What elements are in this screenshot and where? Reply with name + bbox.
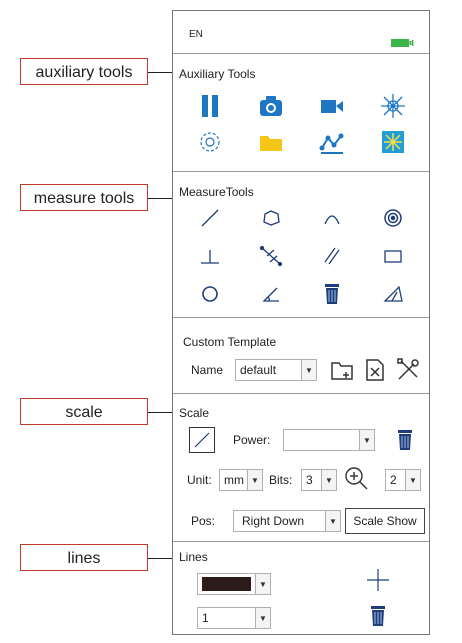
line-icon[interactable] — [193, 203, 227, 233]
line-color-select[interactable]: ▼ — [197, 573, 271, 595]
callout-auxiliary-tools: auxiliary tools — [20, 58, 148, 85]
folder-icon[interactable] — [254, 127, 288, 157]
line-width-value: 1 — [202, 611, 209, 625]
multi-line-icon[interactable] — [254, 241, 288, 271]
unit-select[interactable]: mm ▼ — [219, 469, 263, 491]
curve-icon[interactable] — [315, 127, 349, 157]
light-icon[interactable] — [376, 91, 410, 121]
polygon-icon[interactable] — [254, 203, 288, 233]
trash-icon[interactable] — [388, 425, 422, 455]
pos-label: Pos: — [191, 514, 216, 528]
callout-scale: scale — [20, 398, 148, 425]
brightness-icon[interactable] — [376, 127, 410, 157]
divider — [173, 541, 429, 542]
trash-icon[interactable] — [315, 279, 349, 309]
language-indicator: EN — [189, 29, 203, 40]
section-title-template: Custom Template — [183, 335, 277, 349]
power-select[interactable]: ▼ — [283, 429, 375, 451]
settings-icon[interactable] — [193, 127, 227, 157]
template-name-label: Name — [191, 363, 224, 377]
section-title-auxiliary: Auxiliary Tools — [179, 67, 256, 81]
line-color-swatch — [202, 577, 251, 591]
chevron-down-icon: ▼ — [405, 470, 420, 490]
angle-icon[interactable] — [254, 279, 288, 309]
callout-lines: lines — [20, 544, 148, 571]
battery-icon — [391, 35, 415, 53]
divider — [173, 393, 429, 394]
pos-select[interactable]: Right Down ▼ — [233, 510, 341, 532]
unit-value: mm — [224, 473, 244, 487]
perpendicular-icon[interactable] — [193, 241, 227, 271]
new-folder-icon[interactable] — [325, 355, 359, 385]
parallel-icon[interactable] — [315, 241, 349, 271]
zoom-select[interactable]: 2 ▼ — [385, 469, 421, 491]
arc-icon[interactable] — [315, 203, 349, 233]
crosshair-icon[interactable] — [361, 565, 395, 595]
divider — [173, 171, 429, 172]
power-label: Power: — [233, 433, 271, 447]
polyline-icon[interactable] — [376, 279, 410, 309]
zoom-in-icon[interactable] — [339, 463, 373, 493]
line-icon — [194, 432, 210, 448]
chevron-down-icon: ▼ — [325, 511, 340, 531]
template-name-value: default — [240, 363, 277, 377]
bits-label: Bits: — [269, 473, 293, 487]
chevron-down-icon: ▼ — [359, 430, 374, 450]
chevron-down-icon: ▼ — [321, 470, 336, 490]
chevron-down-icon: ▼ — [247, 470, 262, 490]
template-name-select[interactable]: default ▼ — [235, 359, 317, 381]
section-title-scale: Scale — [179, 406, 210, 420]
tools-icon[interactable] — [391, 355, 425, 385]
pause-icon[interactable] — [193, 91, 227, 121]
scale-line-button[interactable] — [189, 427, 215, 453]
delete-file-icon[interactable] — [358, 355, 392, 385]
camera-icon[interactable] — [254, 91, 288, 121]
chevron-down-icon: ▼ — [301, 360, 316, 380]
callout-measure-tools: measure tools — [20, 184, 148, 211]
callout-connector — [148, 412, 174, 413]
pos-value: Right Down — [242, 514, 305, 528]
divider — [173, 317, 429, 318]
chevron-down-icon: ▼ — [255, 574, 270, 594]
tool-panel: EN Auxiliary Tools MeasureTools Custom T… — [172, 10, 430, 635]
bits-value: 3 — [306, 473, 313, 487]
circle-icon[interactable] — [193, 279, 227, 309]
rectangle-icon[interactable] — [376, 241, 410, 271]
bits-select[interactable]: 3 ▼ — [301, 469, 337, 491]
callout-connector — [148, 72, 174, 73]
trash-icon[interactable] — [361, 601, 395, 631]
section-title-lines: Lines — [179, 550, 208, 564]
section-title-measure: MeasureTools — [179, 185, 254, 199]
chevron-down-icon: ▼ — [255, 608, 270, 628]
unit-label: Unit: — [187, 473, 212, 487]
divider — [173, 53, 429, 54]
callout-connector — [148, 558, 174, 559]
line-width-select[interactable]: 1 ▼ — [197, 607, 271, 629]
scale-show-button[interactable]: Scale Show — [345, 508, 425, 534]
zoom-value: 2 — [390, 473, 397, 487]
spiral-icon[interactable] — [376, 203, 410, 233]
video-icon[interactable] — [315, 91, 349, 121]
callout-connector — [148, 198, 174, 199]
